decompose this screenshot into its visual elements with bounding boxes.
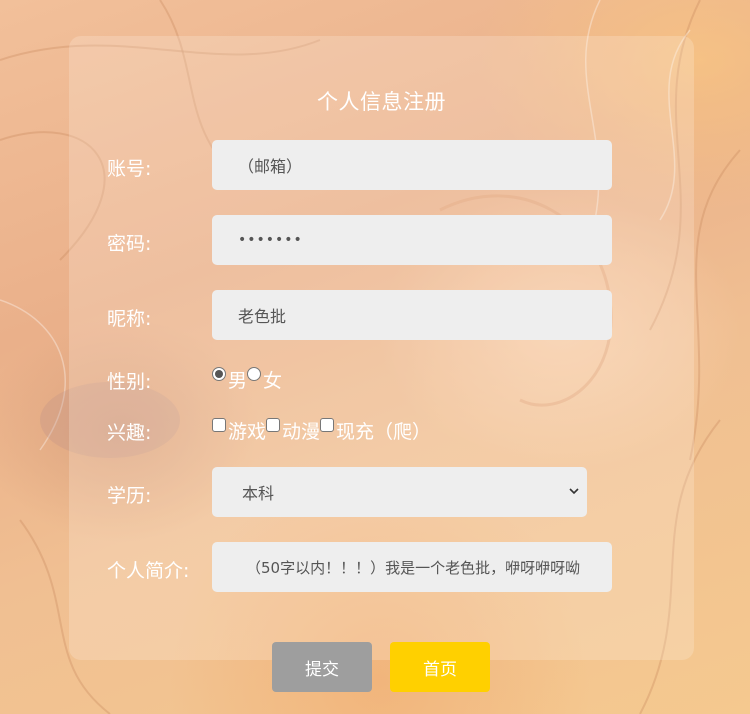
gender-female-radio[interactable] <box>247 367 262 381</box>
page-title: 个人信息注册 <box>317 90 446 114</box>
home-button[interactable]: 首页 <box>390 642 490 692</box>
hobbies-label: 兴趣: <box>107 422 152 444</box>
gender-female-label: 女 <box>263 370 283 392</box>
education-select[interactable]: 本科 <box>212 467 587 517</box>
password-input[interactable]: ••••••• <box>212 215 612 265</box>
education-selected-value: 本科 <box>242 484 275 503</box>
hobby-game-label: 游戏 <box>228 421 267 443</box>
nickname-label: 昵称: <box>107 308 152 330</box>
nickname-input[interactable]: 老色批 <box>212 290 612 340</box>
bio-input[interactable]: （50字以内！！！）我是一个老色批，咿呀咿呀呦 <box>212 542 612 592</box>
education-label: 学历: <box>107 485 152 507</box>
gender-male-radio[interactable] <box>212 367 226 381</box>
hobby-anime-label: 动漫 <box>282 421 321 443</box>
password-label: 密码: <box>107 233 152 255</box>
gender-label: 性别: <box>107 371 152 393</box>
hobby-anime-checkbox[interactable] <box>266 418 281 432</box>
chevron-down-icon <box>569 488 579 495</box>
submit-button[interactable]: 提交 <box>272 642 372 692</box>
gender-options: 男 女 <box>212 366 282 393</box>
hobby-reallife-label: 现充（爬） <box>336 421 432 443</box>
account-label: 账号: <box>107 158 152 180</box>
account-input[interactable]: （邮箱） <box>212 140 612 190</box>
gender-male-label: 男 <box>228 370 248 392</box>
hobbies-options: 游戏 动漫 现充（爬） <box>212 417 431 444</box>
bio-label: 个人简介: <box>107 560 190 582</box>
hobby-reallife-checkbox[interactable] <box>320 418 335 432</box>
hobby-game-checkbox[interactable] <box>212 418 226 432</box>
